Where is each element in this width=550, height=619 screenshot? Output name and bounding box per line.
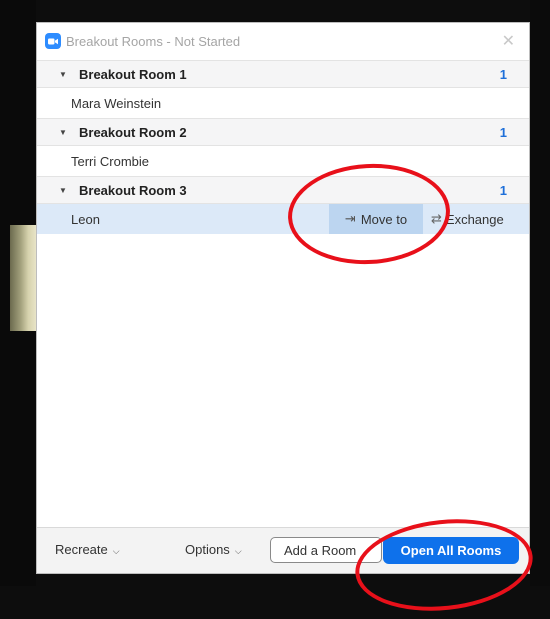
participant-row-selected[interactable]: Leon ⇥ Move to ⇄ Exchange	[37, 204, 529, 234]
add-room-label: Add a Room	[284, 542, 357, 558]
open-all-rooms-button[interactable]: Open All Rooms	[383, 537, 519, 564]
room-name: Breakout Room 2	[79, 124, 187, 140]
participant-name: Mara Weinstein	[71, 95, 162, 111]
move-to-label: Move to	[360, 211, 408, 227]
options-button[interactable]: Options ⌵	[185, 542, 242, 557]
move-to-button[interactable]: ⇥ Move to	[329, 204, 423, 234]
rooms-list: ▼ Breakout Room 1 1 Mara Weinstein ▼ Bre…	[37, 60, 529, 234]
recreate-label: Recreate	[55, 542, 108, 557]
exchange-button[interactable]: ⇄ Exchange	[431, 204, 504, 234]
zoom-camera-icon	[45, 33, 61, 49]
room-name: Breakout Room 3	[79, 182, 187, 198]
exchange-label: Exchange	[445, 211, 504, 227]
room-header-3[interactable]: ▼ Breakout Room 3 1	[37, 176, 529, 204]
background-right	[530, 0, 550, 586]
participant-row[interactable]: Terri Crombie	[37, 146, 529, 176]
caret-down-icon[interactable]: ▼	[59, 186, 71, 195]
options-label: Options	[185, 542, 230, 557]
caret-down-icon[interactable]: ▼	[59, 128, 71, 137]
caret-down-icon[interactable]: ▼	[59, 70, 71, 79]
window-title: Breakout Rooms - Not Started	[66, 33, 241, 49]
room-header-2[interactable]: ▼ Breakout Room 2 1	[37, 118, 529, 146]
breakout-rooms-window: Breakout Rooms - Not Started ✕ ▼ Breakou…	[36, 22, 530, 574]
move-to-icon: ⇥	[344, 211, 356, 226]
room-count: 1	[499, 66, 507, 82]
participant-row[interactable]: Mara Weinstein	[37, 88, 529, 118]
title-bar: Breakout Rooms - Not Started ✕	[37, 23, 529, 59]
room-count: 1	[499, 182, 507, 198]
close-icon[interactable]: ✕	[502, 31, 515, 51]
video-thumbnail	[10, 225, 36, 331]
room-name: Breakout Room 1	[79, 66, 187, 82]
exchange-icon: ⇄	[431, 211, 442, 226]
room-count: 1	[499, 124, 507, 140]
chevron-down-icon: ⌵	[112, 546, 120, 556]
participant-name: Leon	[71, 211, 100, 227]
footer-bar: Recreate ⌵ Options ⌵ Add a Room Open All R…	[37, 527, 529, 573]
recreate-button[interactable]: Recreate ⌵	[55, 542, 120, 557]
open-all-rooms-label: Open All Rooms	[400, 543, 502, 558]
room-header-1[interactable]: ▼ Breakout Room 1 1	[37, 60, 529, 88]
participant-name: Terri Crombie	[71, 153, 150, 169]
add-room-button[interactable]: Add a Room	[270, 537, 382, 563]
chevron-down-icon: ⌵	[234, 546, 242, 556]
